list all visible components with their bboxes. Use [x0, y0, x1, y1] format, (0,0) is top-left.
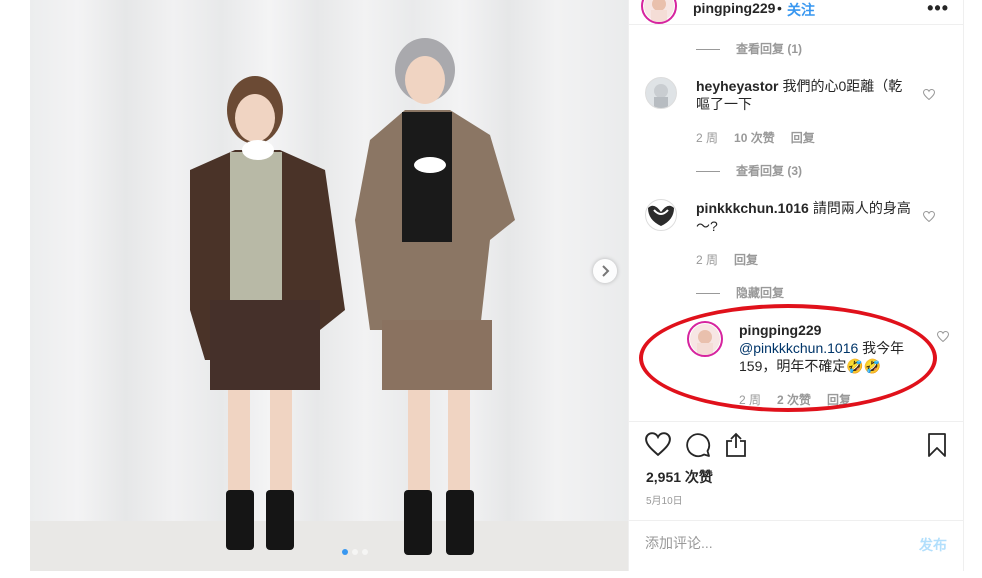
view-replies-label: 查看回复 (1): [736, 42, 803, 56]
reply-time: 2 周: [739, 393, 762, 407]
comments-list: 查看回复 (1) heyheyastor 我們的心0距離（乾嘔了一下 2 周 10…: [629, 24, 963, 420]
carousel-dot[interactable]: [342, 549, 348, 555]
mention-link[interactable]: @pinkkkchun.1016: [739, 340, 858, 356]
post-comment-button[interactable]: 发布: [919, 535, 947, 555]
post-date: 5月10日: [646, 496, 683, 507]
comment-input[interactable]: [645, 535, 895, 551]
carousel-dot[interactable]: [352, 549, 358, 555]
comment-time: 2 周: [696, 131, 719, 145]
likes-count[interactable]: 2,951 次赞: [646, 467, 713, 487]
comment-likes[interactable]: 10 次赞: [734, 129, 775, 146]
heart-icon[interactable]: [923, 89, 935, 100]
view-replies-button[interactable]: 查看回复 (1): [696, 40, 802, 57]
reply-button[interactable]: 回复: [791, 129, 815, 146]
view-replies-button[interactable]: 查看回复 (3): [696, 162, 802, 179]
next-photo-button[interactable]: [593, 259, 617, 283]
avatar[interactable]: [645, 77, 677, 109]
avatar[interactable]: [641, 0, 677, 24]
post-actions: 2,951 次赞 5月10日: [629, 421, 963, 511]
reply-meta: 2 周 2 次赞 回复: [739, 391, 851, 408]
post-header: pingping229 • 关注 •••: [629, 0, 963, 24]
post-author-username[interactable]: pingping229: [693, 0, 775, 16]
view-replies-label: 查看回复 (3): [736, 164, 803, 178]
bookmark-icon[interactable]: [927, 432, 947, 458]
comment-meta: 2 周 回复: [696, 251, 758, 268]
hide-replies-label: 隐藏回复: [736, 286, 785, 300]
comment-username[interactable]: pinkkkchun.1016: [696, 200, 809, 216]
reply-likes[interactable]: 2 次赞: [777, 391, 811, 408]
comment-item: pinkkkchun.1016 請問兩人的身高～? 2 周 回复: [645, 199, 945, 299]
heart-icon[interactable]: [937, 331, 949, 342]
heart-icon[interactable]: [923, 211, 935, 222]
carousel-dots: [342, 549, 368, 555]
comment-body: pinkkkchun.1016 請問兩人的身高～?: [696, 199, 916, 235]
post-side-panel: pingping229 • 关注 ••• 查看回复 (1) heyheyasto…: [628, 0, 964, 571]
avatar[interactable]: [645, 199, 677, 231]
comment-meta: 2 周 10 次赞 回复: [696, 129, 815, 146]
reply-button[interactable]: 回复: [734, 251, 758, 268]
reply-username[interactable]: pingping229: [739, 321, 905, 339]
more-options-icon[interactable]: •••: [927, 0, 949, 19]
comment-username[interactable]: heyheyastor: [696, 78, 778, 94]
photo-person-right: [355, 38, 515, 555]
post-photo: [30, 0, 628, 571]
heart-icon[interactable]: [645, 432, 671, 456]
comment-icon[interactable]: [685, 432, 711, 458]
reply-item: pingping229 @pinkkkchun.1016 我今年159，明年不確…: [687, 321, 949, 411]
avatar[interactable]: [687, 321, 723, 357]
reply-body: pingping229 @pinkkkchun.1016 我今年159，明年不確…: [739, 321, 909, 375]
share-icon[interactable]: [725, 432, 747, 458]
chevron-right-icon: [602, 265, 610, 277]
hide-replies-button[interactable]: 隐藏回复: [696, 284, 784, 301]
comment-body: heyheyastor 我們的心0距離（乾嘔了一下: [696, 77, 916, 113]
reply-button[interactable]: 回复: [827, 391, 851, 408]
follow-button[interactable]: 关注: [787, 0, 815, 20]
comment-time: 2 周: [696, 253, 719, 267]
photo-person-left: [190, 76, 345, 550]
add-comment-bar: 发布: [629, 520, 963, 571]
separator-dot: •: [777, 0, 782, 16]
carousel-dot[interactable]: [362, 549, 368, 555]
